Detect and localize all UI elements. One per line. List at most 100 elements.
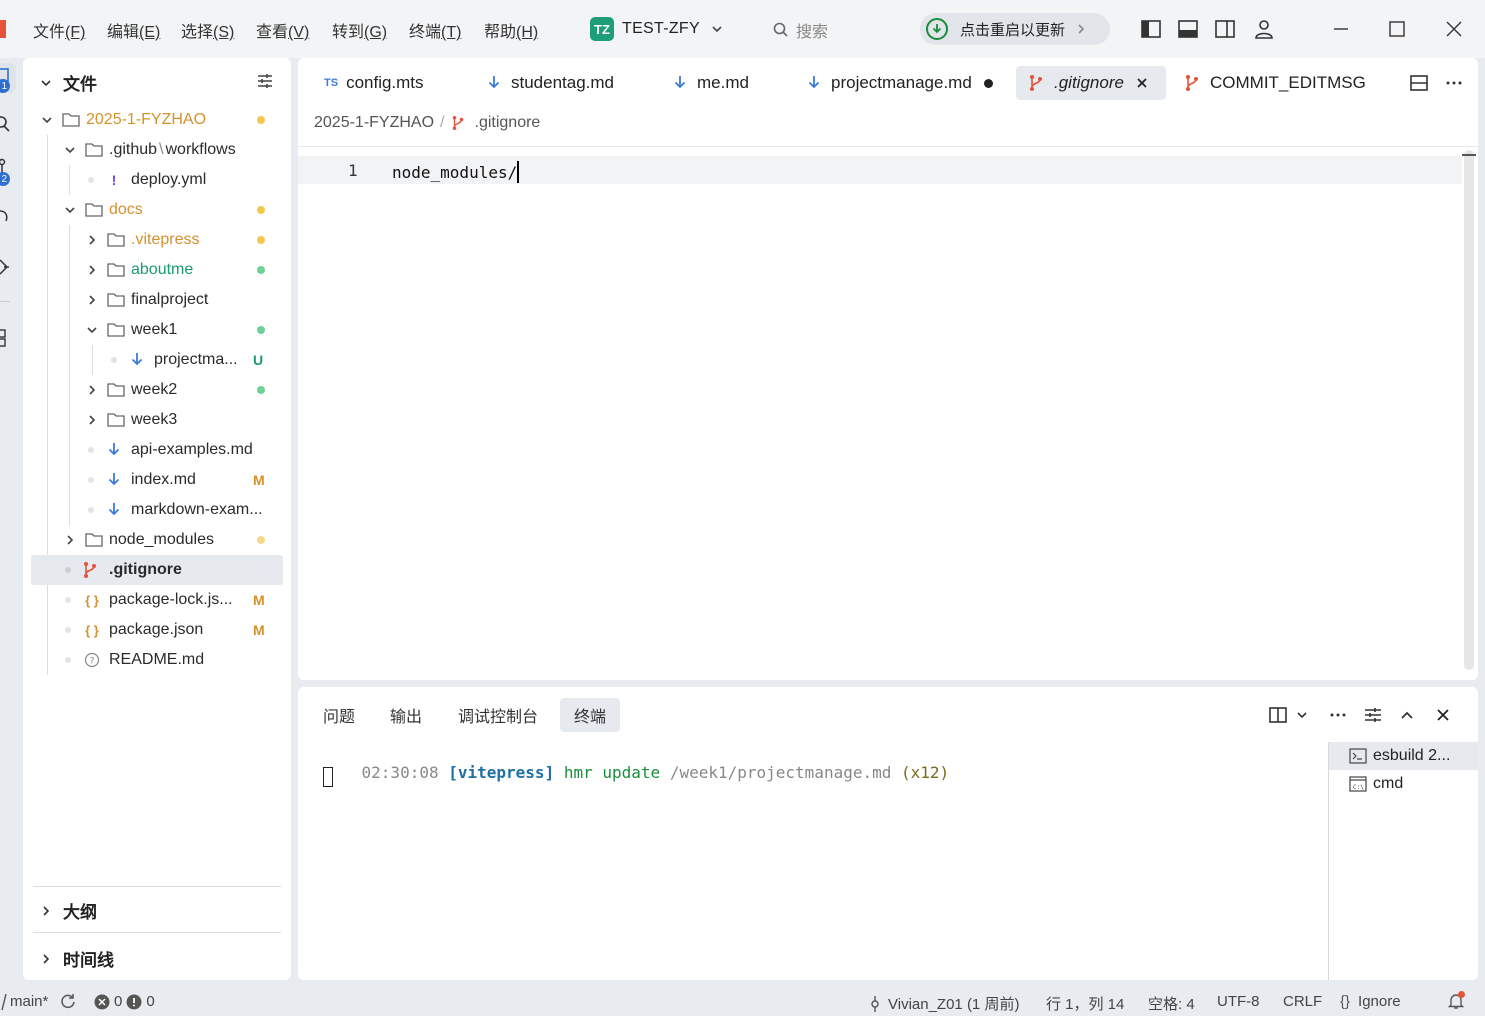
search-placeholder: 搜索: [796, 24, 829, 41]
tree-file-package-lock[interactable]: { } package-lock.js... M: [23, 585, 291, 615]
tab-gitignore[interactable]: .gitignore: [1016, 66, 1166, 100]
panel-tab-problems[interactable]: 问题: [309, 698, 369, 732]
tree-label: markdown-exam...: [131, 501, 263, 518]
minimize-icon[interactable]: [1330, 18, 1352, 40]
menu-file[interactable]: 文件(F): [33, 18, 85, 42]
modified-dot: [257, 206, 265, 214]
folder-icon: [85, 533, 103, 547]
eol-status[interactable]: CRLF: [1283, 993, 1322, 1010]
close-window-icon[interactable]: [1443, 18, 1465, 40]
warning-count: 0: [146, 993, 155, 1010]
explorer-activity[interactable]: 1: [0, 63, 16, 93]
split-editor-icon[interactable]: [1409, 73, 1429, 93]
timeline-section-header[interactable]: 时间线: [39, 946, 114, 971]
tab-me-md[interactable]: me.md: [672, 66, 749, 100]
tree-folder-week1[interactable]: week1: [23, 315, 291, 345]
chevron-down-icon: [87, 327, 97, 334]
remote-explorer-icon[interactable]: [0, 328, 10, 348]
panel-settings-icon[interactable]: [1363, 705, 1383, 725]
unsaved-dot[interactable]: [983, 78, 993, 88]
account-icon[interactable]: [1253, 18, 1275, 40]
code-line-text: node_modules/: [392, 162, 518, 182]
toggle-panel-icon[interactable]: [1177, 18, 1199, 40]
tree-file-api-examples[interactable]: api-examples.md: [23, 435, 291, 465]
chevron-up-icon[interactable]: [1399, 707, 1415, 723]
menu-view[interactable]: 查看(V): [256, 18, 309, 42]
tab-config-mts[interactable]: TS config.mts: [324, 66, 424, 100]
language-mode[interactable]: {} Ignore: [1340, 993, 1401, 1010]
notification-dot: [1458, 991, 1465, 998]
code-text[interactable]: node_modules/: [392, 161, 520, 183]
more-actions-icon[interactable]: [1328, 705, 1348, 725]
menu-help[interactable]: 帮助(H): [484, 18, 538, 42]
indentation-status[interactable]: 空格: 4: [1148, 993, 1195, 1014]
menu-selection[interactable]: 选择(S): [181, 18, 234, 42]
panel-tab-debug-console[interactable]: 调试控制台: [444, 698, 552, 732]
cursor-position[interactable]: 行 1，列 14: [1046, 993, 1124, 1014]
tree-file-projectmanage[interactable]: projectma... U: [23, 345, 291, 375]
tree-file-deploy-yml[interactable]: ! deploy.yml: [23, 165, 291, 195]
untracked-dot: [257, 266, 265, 274]
scrollbar-position-marker: [1462, 154, 1476, 156]
panel-tab-terminal[interactable]: 终端: [560, 698, 621, 732]
notifications-bell[interactable]: [1447, 991, 1465, 1014]
vertical-scrollbar[interactable]: [1464, 150, 1474, 670]
tree-file-package-json[interactable]: { } package.json M: [23, 615, 291, 645]
search-activity-icon[interactable]: [0, 116, 12, 132]
tab-commit-editmsg[interactable]: COMMIT_EDITMSG: [1184, 66, 1366, 100]
tree-folder-vitepress[interactable]: .vitepress: [23, 225, 291, 255]
tree-folder-docs[interactable]: docs: [23, 195, 291, 225]
search-input[interactable]: 搜索: [772, 18, 828, 42]
terminal-item-esbuild[interactable]: esbuild 2...: [1329, 742, 1478, 770]
menu-go[interactable]: 转到(G): [332, 18, 387, 42]
project-switcher[interactable]: TZ TEST-ZFY: [590, 17, 724, 41]
tree-label: package.json: [109, 621, 204, 638]
tree-folder-root[interactable]: 2025-1-FYZHAO: [23, 105, 291, 135]
panel-tab-output[interactable]: 输出: [376, 698, 436, 732]
toggle-secondary-sidebar-icon[interactable]: [1214, 18, 1236, 40]
tree-folder-github-workflows[interactable]: .github \ workflows: [23, 135, 291, 165]
restart-update-button[interactable]: 点击重启以更新: [920, 13, 1110, 45]
sync-icon[interactable]: [59, 992, 77, 1010]
breadcrumb-file[interactable]: .gitignore: [475, 114, 541, 132]
close-icon[interactable]: [1136, 77, 1148, 89]
breadcrumb-folder[interactable]: 2025-1-FYZHAO: [314, 114, 434, 132]
extensions-icon[interactable]: [0, 258, 10, 276]
more-actions-icon[interactable]: [1444, 73, 1464, 93]
tree-folder-node-modules[interactable]: node_modules: [23, 525, 291, 555]
tree-file-gitignore[interactable]: .gitignore: [31, 555, 283, 585]
problems-status[interactable]: 0 0: [94, 993, 155, 1010]
menu-edit[interactable]: 编辑(E): [107, 18, 160, 42]
tree-folder-week3[interactable]: week3: [23, 405, 291, 435]
tree-file-markdown-examples[interactable]: markdown-exam...: [23, 495, 291, 525]
menu-terminal[interactable]: 终端(T): [409, 18, 461, 42]
tree-file-readme[interactable]: ? README.md: [23, 645, 291, 675]
toggle-sidebar-icon[interactable]: [1140, 18, 1162, 40]
run-debug-icon[interactable]: [0, 208, 10, 224]
terminal-count: (x12): [901, 763, 950, 782]
outline-section-header[interactable]: 大纲: [39, 898, 97, 923]
close-panel-icon[interactable]: [1436, 708, 1450, 722]
tab-projectmanage-md[interactable]: projectmanage.md: [806, 66, 993, 100]
language-label: Ignore: [1358, 993, 1401, 1010]
git-blame-status[interactable]: Vivian_Z01 (1 周前): [868, 993, 1019, 1014]
terminal-path: /week1/projectmanage.md: [669, 763, 892, 782]
terminal-item-cmd[interactable]: C:\ cmd: [1329, 770, 1478, 798]
tab-studentag-md[interactable]: studentag.md: [486, 66, 614, 100]
chevron-down-icon[interactable]: [1295, 708, 1309, 722]
source-control-activity[interactable]: 2: [0, 158, 14, 188]
branch-status[interactable]: main*: [0, 993, 48, 1010]
tree-label: week2: [131, 381, 178, 398]
tree-folder-aboutme[interactable]: aboutme: [23, 255, 291, 285]
tree-folder-finalproject[interactable]: finalproject: [23, 285, 291, 315]
tree-folder-week2[interactable]: week2: [23, 375, 291, 405]
filter-settings-icon[interactable]: [256, 72, 274, 90]
maximize-icon[interactable]: [1386, 18, 1408, 40]
tree-bullet: [88, 477, 94, 483]
tree-file-index[interactable]: index.md M: [23, 465, 291, 495]
explorer-header[interactable]: 文件: [39, 70, 97, 95]
error-icon: [94, 994, 110, 1009]
split-terminal-icon[interactable]: [1268, 705, 1288, 725]
encoding-status[interactable]: UTF-8: [1217, 993, 1260, 1010]
terminal-output[interactable]: 02:30:08 [vitepress] hmr update /week1/p…: [323, 744, 950, 801]
